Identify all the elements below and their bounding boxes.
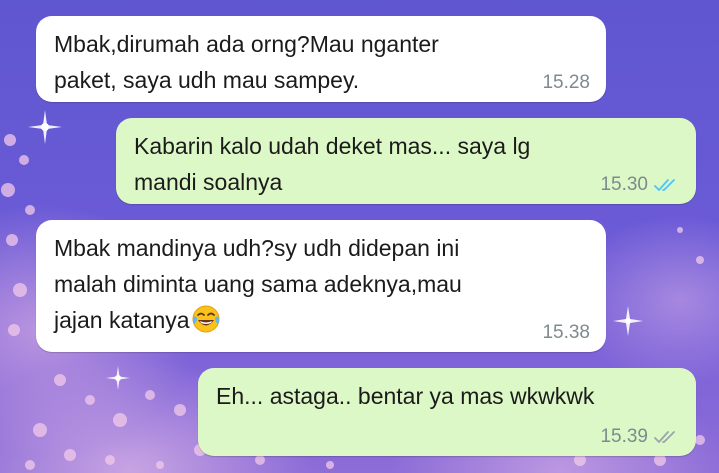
message-meta: 15.30 [600, 174, 680, 196]
message-text: Mbak,dirumah ada orng?Mau nganter paket, … [54, 31, 439, 93]
message-text: Kabarin kalo udah deket mas... saya lg ma… [134, 133, 531, 195]
message-bubble-outgoing[interactable]: Kabarin kalo udah deket mas... saya lg ma… [116, 118, 696, 204]
message-timestamp: 15.30 [600, 174, 648, 195]
message-bubble-outgoing[interactable]: Eh... astaga.. bentar ya mas wkwkwk 15.3… [198, 368, 696, 456]
message-timestamp: 15.38 [542, 322, 590, 343]
message-text: Eh... astaga.. bentar ya mas wkwkwk [216, 383, 595, 409]
double-check-delivered-icon [654, 430, 680, 444]
message-text: Mbak mandinya udh?sy udh didepan ini mala… [54, 230, 462, 344]
face-with-tears-of-joy-emoji [191, 304, 221, 344]
message-timestamp: 15.28 [542, 72, 590, 93]
double-check-read-icon [654, 178, 680, 192]
message-meta: 15.39 [600, 426, 680, 448]
message-meta: 15.28 [542, 72, 590, 94]
message-meta: 15.38 [542, 322, 590, 344]
message-timestamp: 15.39 [600, 426, 648, 447]
message-bubble-incoming[interactable]: Mbak,dirumah ada orng?Mau nganter paket, … [36, 16, 606, 102]
message-bubble-incoming[interactable]: Mbak mandinya udh?sy udh didepan ini mala… [36, 220, 606, 352]
